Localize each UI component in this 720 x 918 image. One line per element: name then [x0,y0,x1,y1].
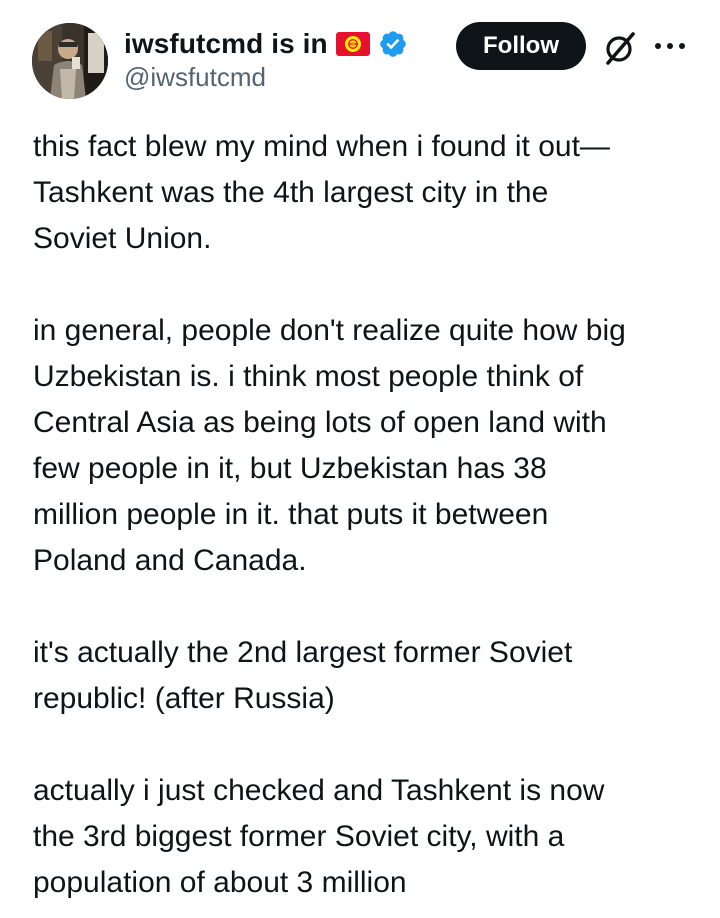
post: iwsfutcmd is in @iwsfutcmd Follow this f… [0,0,720,918]
kyrgyzstan-flag-icon [335,32,370,56]
post-header: iwsfutcmd is in @iwsfutcmd Follow [0,0,720,110]
follow-button[interactable]: Follow [456,22,586,70]
user-handle[interactable]: @iwsfutcmd [124,62,266,93]
post-paragraph: this fact blew my mind when i found it o… [33,130,610,255]
display-name[interactable]: iwsfutcmd is in [124,28,328,60]
name-row: iwsfutcmd is in [124,24,408,64]
post-paragraph: actually i just checked and Tashkent is … [33,774,605,899]
avatar-photo [32,23,108,99]
post-paragraph: it's actually the 2nd largest former Sov… [33,636,573,715]
post-text: this fact blew my mind when i found it o… [33,124,693,906]
more-options-icon[interactable] [652,34,688,58]
post-paragraph: in general, people don't realize quite h… [33,314,626,577]
avatar[interactable] [32,23,108,99]
verified-badge-icon[interactable] [378,29,408,59]
grok-icon[interactable] [600,28,640,68]
